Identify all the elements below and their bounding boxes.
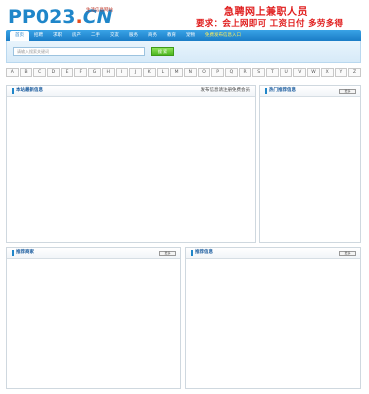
letter-t[interactable]: T bbox=[266, 68, 279, 77]
ad-banner-line1[interactable]: 急聘网上兼职人员 bbox=[224, 3, 308, 18]
letter-i[interactable]: I bbox=[115, 68, 129, 77]
panel-header: 热门推荐信息 更多 bbox=[260, 86, 360, 97]
logo-main: PP023 bbox=[8, 6, 76, 28]
panel-header: 推荐商家 更多 bbox=[7, 248, 180, 259]
site-slogan: 生活信息网站 bbox=[86, 8, 113, 13]
search-button[interactable]: 搜 索 bbox=[151, 47, 174, 56]
letter-l[interactable]: L bbox=[156, 68, 170, 77]
letter-a[interactable]: A bbox=[6, 68, 19, 77]
letter-index: A B C D E F G H I J K L M N O P Q R S T … bbox=[6, 68, 361, 79]
more-button[interactable]: 更多 bbox=[339, 251, 356, 256]
panel-header: 推荐信息 更多 bbox=[186, 248, 360, 259]
letter-j[interactable]: J bbox=[129, 68, 142, 77]
letter-r[interactable]: R bbox=[238, 68, 252, 77]
nav-item-seek[interactable]: 求职 bbox=[48, 30, 67, 41]
letter-f[interactable]: F bbox=[74, 68, 88, 77]
nav-item-dating[interactable]: 交友 bbox=[105, 30, 124, 41]
letter-x[interactable]: X bbox=[320, 68, 334, 77]
letter-c[interactable]: C bbox=[33, 68, 47, 77]
logo-dot: . bbox=[75, 6, 83, 28]
ad-banner-line2[interactable]: 要求：会上网即可 工资日付 多劳多得 bbox=[196, 17, 343, 29]
letter-z[interactable]: Z bbox=[348, 68, 361, 77]
letter-e[interactable]: E bbox=[60, 68, 74, 77]
letter-u[interactable]: U bbox=[279, 68, 293, 77]
nav-item-pets[interactable]: 宠物 bbox=[181, 30, 200, 41]
main-nav: 首页 招聘 求职 房产 二手 交友 服务 商务 教育 宠物 免费发布信息入口 bbox=[6, 30, 361, 41]
nav-item-service[interactable]: 服务 bbox=[124, 30, 143, 41]
letter-k[interactable]: K bbox=[142, 68, 156, 77]
recommended-merchants-panel: 推荐商家 更多 bbox=[6, 247, 181, 389]
letter-m[interactable]: M bbox=[170, 68, 183, 77]
nav-item-education[interactable]: 教育 bbox=[162, 30, 181, 41]
search-input[interactable]: 请输入搜索关键词 bbox=[13, 47, 145, 56]
panel-title: 热门推荐信息 bbox=[265, 88, 296, 94]
letter-y[interactable]: Y bbox=[334, 68, 348, 77]
register-note-link[interactable]: 发布信息请注册免费会员 bbox=[201, 88, 251, 94]
hot-info-panel: 热门推荐信息 更多 bbox=[259, 85, 361, 243]
letter-w[interactable]: W bbox=[307, 68, 320, 77]
nav-item-home[interactable]: 首页 bbox=[10, 31, 29, 41]
letter-q[interactable]: Q bbox=[225, 68, 238, 77]
letter-n[interactable]: N bbox=[183, 68, 197, 77]
nav-item-jobs[interactable]: 招聘 bbox=[29, 30, 48, 41]
letter-p[interactable]: P bbox=[211, 68, 224, 77]
letter-b[interactable]: B bbox=[19, 68, 33, 77]
nav-item-secondhand[interactable]: 二手 bbox=[86, 30, 105, 41]
panel-title: 推荐信息 bbox=[191, 250, 213, 256]
more-button[interactable]: 更多 bbox=[339, 89, 356, 94]
letter-d[interactable]: D bbox=[47, 68, 60, 77]
letter-o[interactable]: O bbox=[197, 68, 211, 77]
search-bar: 请输入搜索关键词 搜 索 bbox=[6, 41, 361, 63]
letter-v[interactable]: V bbox=[293, 68, 307, 77]
recommended-info-panel: 推荐信息 更多 bbox=[185, 247, 361, 389]
letter-g[interactable]: G bbox=[88, 68, 101, 77]
site-header: PP023.CN 生活信息网站 急聘网上兼职人员 要求：会上网即可 工资日付 多… bbox=[0, 0, 369, 30]
letter-s[interactable]: S bbox=[252, 68, 266, 77]
nav-item-house[interactable]: 房产 bbox=[67, 30, 86, 41]
panel-header: 本站最新信息 发布信息请注册免费会员 bbox=[7, 86, 255, 97]
nav-item-post-free[interactable]: 免费发布信息入口 bbox=[200, 30, 246, 41]
nav-item-business[interactable]: 商务 bbox=[143, 30, 162, 41]
letter-h[interactable]: H bbox=[101, 68, 115, 77]
panel-title: 本站最新信息 bbox=[12, 88, 43, 94]
panel-title: 推荐商家 bbox=[12, 250, 34, 256]
latest-info-panel: 本站最新信息 发布信息请注册免费会员 bbox=[6, 85, 256, 243]
more-button[interactable]: 更多 bbox=[159, 251, 176, 256]
